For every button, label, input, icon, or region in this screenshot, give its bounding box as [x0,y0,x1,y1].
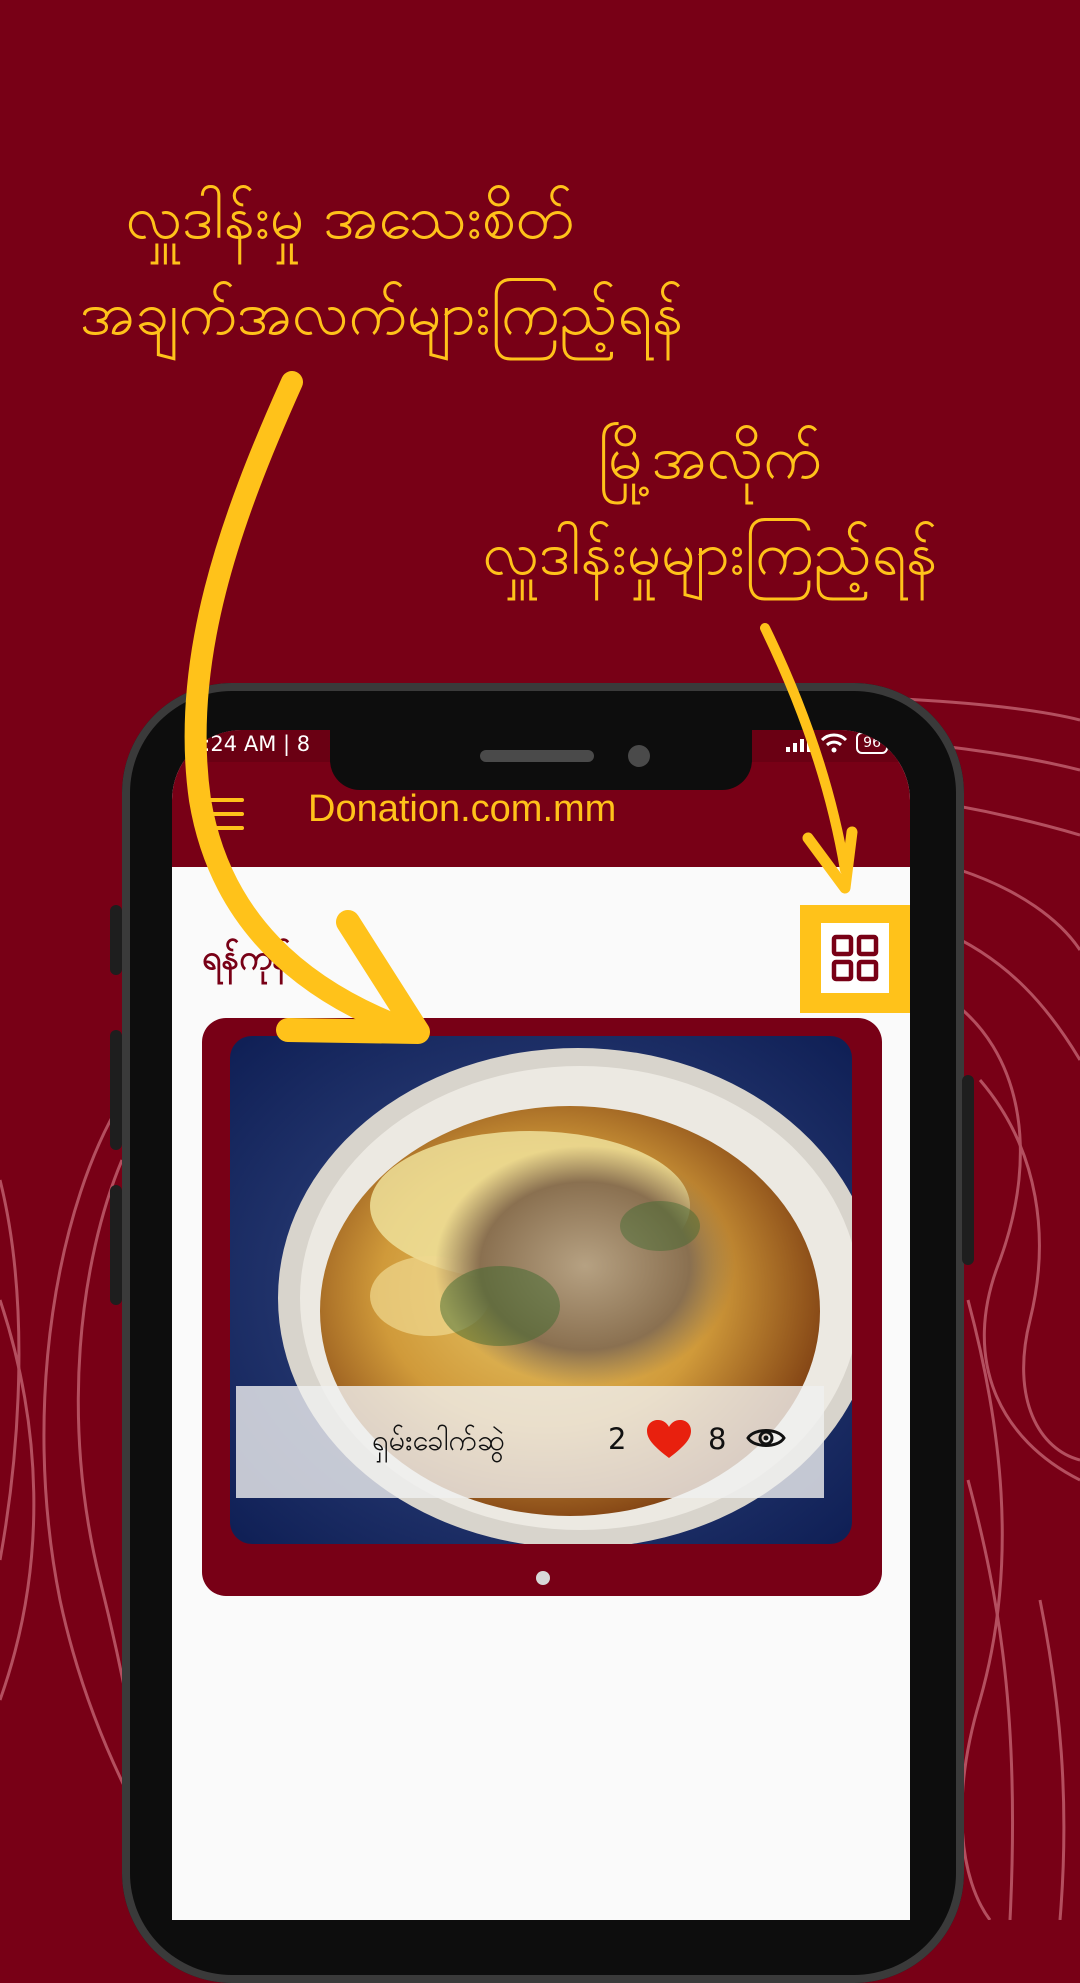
front-camera [628,745,650,767]
like-count: 2 [608,1422,627,1456]
grid-view-icon [831,934,879,982]
phone-power-button [962,1075,974,1265]
annotation-city-line2: လှူဒါန်းမှုများကြည့်ရန် [482,519,938,589]
status-time: 7:24 AM | 8 [190,732,311,756]
speaker-grille [480,750,594,762]
eye-icon [746,1429,786,1447]
pager-dot [536,1571,550,1585]
heart-icon[interactable] [646,1420,692,1460]
signal-icon [786,735,812,752]
hamburger-menu-icon[interactable] [204,798,244,832]
annotation-detail-line2: အချက်အလက်များကြည့်ရန် [80,279,684,349]
annotation-city-line1: မြို့အလိုက် [598,423,822,493]
annotation-detail-line1: လှူဒါန်းမှု အသေးစိတ် [125,183,575,253]
grid-view-button[interactable] [821,923,889,993]
phone-volume-up-button [110,1030,122,1150]
city-title: ရန်ကုန် [202,938,290,978]
app-bar: 7:24 AM | 8 96 Donation.com.mm [172,730,910,867]
annotation-city: မြို့အလိုက် လှူဒါန်းမှုများကြည့်ရန် [440,410,980,602]
card-caption: ရှမ်းခေါက်ဆွဲ 2 8 [236,1386,824,1498]
phone-screen: 7:24 AM | 8 96 Donation.com.mm ရန်ကုန် ရ… [172,730,910,1920]
food-image[interactable]: ရှမ်းခေါက်ဆွဲ 2 8 [230,1036,852,1544]
phone-volume-down-button [110,1185,122,1305]
app-title: Donation.com.mm [308,788,617,830]
camera-notch [330,730,752,790]
status-icons: 96 [786,732,888,754]
donation-card[interactable]: ရှမ်းခေါက်ဆွဲ 2 8 [202,1018,882,1596]
phone-side-button [110,905,122,975]
dish-name: ရှမ်းခေါက်ဆွဲ [372,1423,505,1457]
battery-indicator: 96 [856,732,888,754]
annotation-detail: လှူဒါန်းမှု အသေးစိတ် အချက်အလက်များကြည့်ရ… [80,170,684,362]
wifi-icon [821,733,848,753]
view-count: 8 [708,1422,727,1456]
